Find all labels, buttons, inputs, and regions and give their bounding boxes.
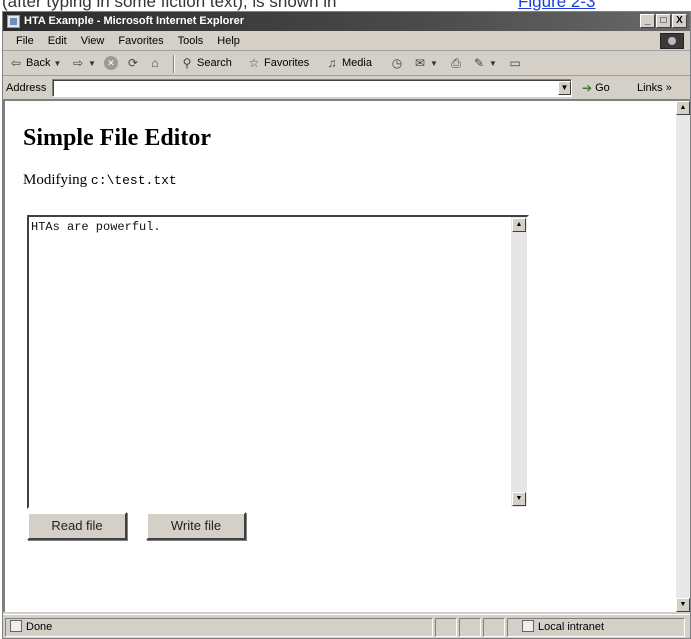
media-button[interactable]: ♫ Media <box>325 56 372 70</box>
mail-icon: ✉ <box>414 56 426 70</box>
menu-file[interactable]: File <box>9 35 41 47</box>
print-icon: ⎙ <box>451 56 461 70</box>
edit-dropdown-icon[interactable]: ▼ <box>489 59 497 68</box>
page-scrollbar[interactable]: ▲ ▼ <box>676 101 690 612</box>
figure-link[interactable]: Figure 2-3 <box>518 0 595 11</box>
back-button[interactable]: ⇦ Back ▼ <box>9 56 61 70</box>
forward-arrow-icon: ⇨ <box>72 56 84 70</box>
scroll-up-icon[interactable]: ▲ <box>512 218 526 232</box>
favorites-icon: ☆ <box>248 56 260 70</box>
favorites-button[interactable]: ☆ Favorites <box>247 56 310 70</box>
media-label: Media <box>342 57 372 69</box>
window-controls: _ □ X <box>640 14 687 28</box>
status-text: Done <box>26 621 53 633</box>
discuss-button[interactable]: ▭ <box>508 56 522 70</box>
editor-scrollbar[interactable]: ▲ ▼ <box>511 217 527 507</box>
address-dropdown-icon[interactable]: ▼ <box>558 81 571 95</box>
page-done-icon <box>10 620 22 632</box>
cutoff-text: (after typing in some fiction text), is … <box>2 0 337 11</box>
favorites-label: Favorites <box>264 57 310 69</box>
file-editor: ▲ ▼ <box>27 215 529 509</box>
address-input[interactable] <box>53 80 553 96</box>
menu-edit[interactable]: Edit <box>41 35 74 47</box>
write-file-button[interactable]: Write file <box>146 512 246 540</box>
close-button[interactable]: X <box>672 14 687 28</box>
go-label: Go <box>595 82 610 94</box>
page-viewport: Simple File Editor Modifying c:\test.txt… <box>3 99 690 612</box>
read-file-button[interactable]: Read file <box>27 512 127 540</box>
address-label: Address <box>6 82 47 94</box>
back-dropdown-icon[interactable]: ▼ <box>53 59 61 68</box>
menu-favorites[interactable]: Favorites <box>111 35 170 47</box>
go-arrow-icon: ➔ <box>582 81 593 95</box>
discuss-icon: ▭ <box>509 56 521 70</box>
stop-icon: ✕ <box>104 56 118 70</box>
browser-window: HTA Example - Microsoft Internet Explore… <box>2 11 691 639</box>
windows-logo-icon <box>660 33 684 49</box>
status-pane-1 <box>435 618 457 637</box>
back-label: Back <box>26 57 51 69</box>
links-button[interactable]: Links » <box>637 82 672 94</box>
forward-button[interactable]: ⇨ ▼ <box>71 56 96 70</box>
menu-help[interactable]: Help <box>210 35 247 47</box>
cutoff-text-strip: (after typing in some fiction text), is … <box>0 0 691 11</box>
toolbar-separator <box>173 55 175 73</box>
status-pane-3 <box>483 618 505 637</box>
go-button[interactable]: ➔ Go <box>582 81 610 95</box>
edit-icon: ✎ <box>473 56 485 70</box>
stop-button[interactable]: ✕ <box>104 56 118 70</box>
mail-dropdown-icon[interactable]: ▼ <box>430 59 438 68</box>
menu-view[interactable]: View <box>74 35 112 47</box>
history-icon: ◷ <box>391 56 403 70</box>
search-label: Search <box>197 57 232 69</box>
home-button[interactable]: ⌂ <box>148 56 162 70</box>
modifying-line: Modifying c:\test.txt <box>23 172 177 189</box>
edit-button[interactable]: ✎ ▼ <box>472 56 497 70</box>
refresh-button[interactable]: ⟳ <box>126 56 140 70</box>
menu-tools[interactable]: Tools <box>171 35 211 47</box>
status-text-cell: Done <box>5 618 433 637</box>
history-button[interactable]: ◷ <box>390 56 404 70</box>
editor-textarea[interactable] <box>29 217 511 507</box>
status-bar: Done Local intranet <box>3 614 690 638</box>
print-button[interactable]: ⎙ <box>449 56 463 70</box>
forward-dropdown-icon[interactable]: ▼ <box>88 59 96 68</box>
menu-bar: File Edit View Favorites Tools Help <box>3 31 690 51</box>
search-icon: ⚲ <box>182 56 192 70</box>
address-bar: Address ▼ ➔ Go Links » <box>3 77 690 99</box>
search-button[interactable]: ⚲ Search <box>180 56 232 70</box>
window-title: HTA Example - Microsoft Internet Explore… <box>24 15 245 27</box>
file-path: c:\test.txt <box>90 173 177 188</box>
page-scroll-up-icon[interactable]: ▲ <box>676 101 690 115</box>
security-zone-cell: Local intranet <box>507 618 685 637</box>
status-pane-2 <box>459 618 481 637</box>
minimize-button[interactable]: _ <box>640 14 655 28</box>
intranet-zone-icon <box>522 620 534 632</box>
address-field[interactable] <box>52 79 572 97</box>
page-scroll-down-icon[interactable]: ▼ <box>676 598 690 612</box>
mail-button[interactable]: ✉ ▼ <box>413 56 438 70</box>
scroll-down-icon[interactable]: ▼ <box>512 492 526 506</box>
media-icon: ♫ <box>327 56 337 70</box>
refresh-icon: ⟳ <box>127 56 139 70</box>
standard-toolbar: ⇦ Back ▼ ⇨ ▼ ✕ ⟳ ⌂ ⚲ Search ☆ Favorites … <box>3 52 690 76</box>
modifying-label: Modifying <box>23 172 88 188</box>
back-arrow-icon: ⇦ <box>10 56 22 70</box>
zone-text: Local intranet <box>538 621 605 633</box>
home-icon: ⌂ <box>151 56 159 70</box>
title-bar[interactable]: HTA Example - Microsoft Internet Explore… <box>3 12 690 31</box>
page-title: Simple File Editor <box>23 125 211 151</box>
ie-app-icon <box>7 15 20 28</box>
maximize-button[interactable]: □ <box>656 14 671 28</box>
